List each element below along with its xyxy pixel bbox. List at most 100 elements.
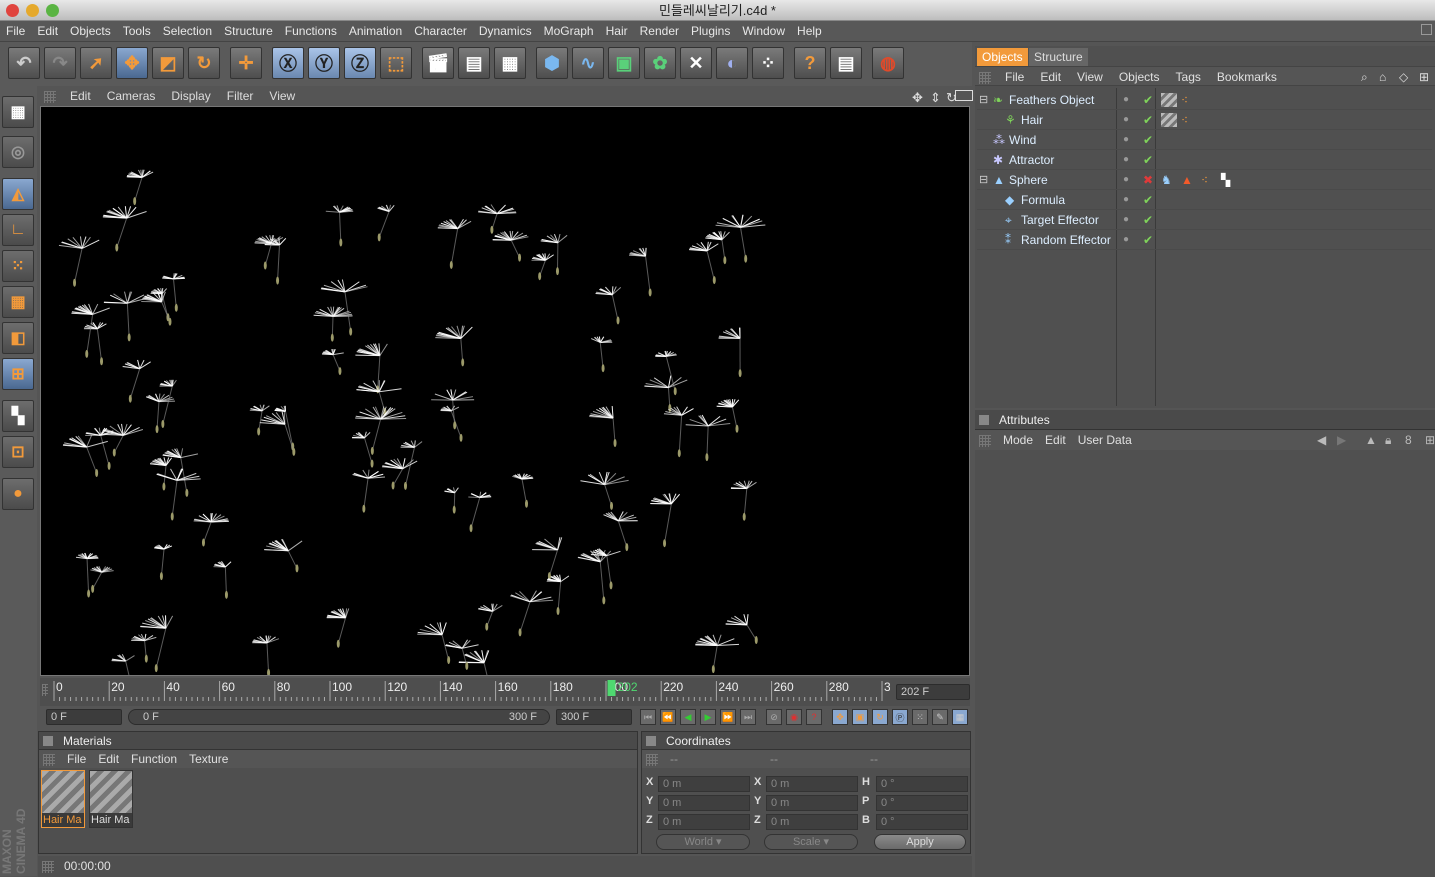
enabled-check-icon[interactable]: ✔ bbox=[1143, 110, 1153, 130]
particle-icon[interactable]: ⁘ bbox=[752, 47, 784, 79]
object-row[interactable]: ⁂ Wind ● ✔ bbox=[977, 130, 1432, 150]
expand-icon[interactable]: ⊟ bbox=[979, 170, 988, 190]
menu-tools[interactable]: Tools bbox=[117, 21, 157, 42]
object-row[interactable]: ⌖ Target Effector ● ✔ bbox=[977, 210, 1432, 230]
forward-icon[interactable]: ▶ bbox=[1331, 430, 1352, 450]
live-selection-icon[interactable]: ✛ bbox=[230, 47, 262, 79]
spline-icon[interactable]: ∿ bbox=[572, 47, 604, 79]
menu-help[interactable]: Help bbox=[791, 21, 828, 42]
visibility-dot-icon[interactable]: ● bbox=[1123, 150, 1129, 170]
hair-tag-icon[interactable]: ⁖ bbox=[1181, 110, 1188, 130]
apply-button[interactable]: Apply bbox=[874, 834, 966, 850]
menu-plugins[interactable]: Plugins bbox=[685, 21, 736, 42]
objects-menu-edit[interactable]: Edit bbox=[1032, 70, 1069, 84]
menu-edit[interactable]: Edit bbox=[31, 21, 64, 42]
deformer-icon[interactable]: ✕ bbox=[680, 47, 712, 79]
enabled-check-icon[interactable]: ✔ bbox=[1143, 190, 1153, 210]
attributes-menu-mode[interactable]: Mode bbox=[997, 430, 1039, 450]
tab-structure[interactable]: Structure bbox=[1029, 48, 1088, 66]
zoom-icon[interactable] bbox=[46, 4, 59, 17]
position-field[interactable]: 0 m bbox=[658, 795, 750, 811]
expand-icon[interactable]: ⊟ bbox=[979, 90, 988, 110]
object-row[interactable]: ⊟ ▲ Sphere ● ✖ ♞ ▲ ⁖ ▚ bbox=[977, 170, 1432, 190]
frame-range-slider[interactable]: 0 F 300 F bbox=[128, 709, 550, 725]
help-pointer-icon[interactable]: ? bbox=[794, 47, 826, 79]
link-icon[interactable]: 8 bbox=[1399, 430, 1418, 450]
sculpt-icon[interactable]: ● bbox=[2, 478, 34, 510]
rotation-field[interactable]: 0 ° bbox=[876, 776, 968, 792]
help-menu-icon[interactable]: ▤ bbox=[830, 47, 862, 79]
uv-polygons-icon[interactable]: ⊡ bbox=[2, 436, 34, 468]
hair-tag-icon[interactable]: ⁖ bbox=[1181, 90, 1188, 110]
axis-mode-icon[interactable]: ∟ bbox=[2, 214, 34, 246]
menu-render[interactable]: Render bbox=[634, 21, 685, 42]
current-frame-field[interactable]: 202 F bbox=[896, 684, 970, 700]
home-icon[interactable]: ⌂ bbox=[1379, 67, 1386, 87]
start-frame-field[interactable]: 0 F bbox=[46, 709, 122, 725]
menu-functions[interactable]: Functions bbox=[279, 21, 343, 42]
menu-file[interactable]: File bbox=[0, 21, 31, 42]
materials-menu-edit[interactable]: Edit bbox=[92, 750, 125, 768]
timeline-ruler[interactable]: 0 20 40 60 80 100 120 140 160 180 200 220 240 260 280 3… bbox=[50, 678, 890, 706]
z-axis-icon[interactable]: Ⓩ bbox=[344, 47, 376, 79]
hair-tag-icon[interactable]: ⁖ bbox=[1201, 170, 1208, 190]
world-dropdown[interactable]: World ▾ bbox=[656, 834, 750, 850]
new-window-icon[interactable]: ⊞ bbox=[1419, 67, 1429, 87]
new-window-icon[interactable]: ⊞ bbox=[1419, 430, 1435, 450]
visibility-dot-icon[interactable]: ● bbox=[1123, 170, 1129, 190]
object-row[interactable]: ⚘ Hair ● ✔ ⁖ bbox=[977, 110, 1432, 130]
menu-dynamics[interactable]: Dynamics bbox=[473, 21, 538, 42]
panel-toggle-icon[interactable] bbox=[646, 736, 656, 746]
model-mode-icon[interactable]: ◎ bbox=[2, 136, 34, 168]
key-parameter-icon[interactable]: Ⓟ bbox=[892, 709, 908, 725]
keyframe-selection-icon[interactable]: ? bbox=[806, 709, 822, 725]
enabled-check-icon[interactable]: ✔ bbox=[1143, 130, 1153, 150]
key-position-icon[interactable]: ✥ bbox=[832, 709, 848, 725]
visibility-dot-icon[interactable]: ● bbox=[1123, 230, 1129, 250]
objects-menu-bookmarks[interactable]: Bookmarks bbox=[1209, 70, 1285, 84]
mograph-tag-icon[interactable]: ♞ bbox=[1161, 170, 1172, 190]
rotate-icon[interactable]: ↻ bbox=[188, 47, 220, 79]
interpolation-icon[interactable]: ✎ bbox=[932, 709, 948, 725]
material-swatch[interactable]: Hair Ma bbox=[89, 770, 133, 828]
autokey-icon[interactable]: ◉ bbox=[786, 709, 802, 725]
size-field[interactable]: 0 m bbox=[766, 814, 858, 830]
close-icon[interactable] bbox=[6, 4, 19, 17]
layout-icon[interactable]: ▦ bbox=[2, 96, 34, 128]
position-field[interactable]: 0 m bbox=[658, 776, 750, 792]
position-field[interactable]: 0 m bbox=[658, 814, 750, 830]
play-forward-icon[interactable]: ▶ bbox=[700, 709, 716, 725]
key-scale-icon[interactable]: ▣ bbox=[852, 709, 868, 725]
viewport-menu-view[interactable]: View bbox=[261, 86, 303, 106]
go-end-icon[interactable]: ⏭ bbox=[740, 709, 756, 725]
attributes-menu-edit[interactable]: Edit bbox=[1039, 430, 1072, 450]
y-axis-icon[interactable]: Ⓨ bbox=[308, 47, 340, 79]
enabled-check-icon[interactable]: ✔ bbox=[1143, 150, 1153, 170]
viewport-menu-edit[interactable]: Edit bbox=[62, 86, 99, 106]
record-keys-icon[interactable]: ⊘ bbox=[766, 709, 782, 725]
menu-objects[interactable]: Objects bbox=[64, 21, 117, 42]
panel-toggle-icon[interactable] bbox=[979, 415, 989, 425]
object-row[interactable]: ✱ Attractor ● ✔ bbox=[977, 150, 1432, 170]
enabled-check-icon[interactable]: ✔ bbox=[1143, 230, 1153, 250]
panel-toggle-icon[interactable] bbox=[43, 736, 53, 746]
rotation-field[interactable]: 0 ° bbox=[876, 814, 968, 830]
size-field[interactable]: 0 m bbox=[766, 795, 858, 811]
materials-menu-texture[interactable]: Texture bbox=[183, 750, 234, 768]
render-view-icon[interactable]: 🎬︎ bbox=[422, 47, 454, 79]
prev-key-icon[interactable]: ⏪ bbox=[660, 709, 676, 725]
enabled-check-icon[interactable]: ✖ bbox=[1143, 170, 1153, 190]
size-field[interactable]: 0 m bbox=[766, 776, 858, 792]
visibility-dot-icon[interactable]: ● bbox=[1123, 110, 1129, 130]
enabled-check-icon[interactable]: ✔ bbox=[1143, 90, 1153, 110]
render-settings-icon[interactable]: ▦ bbox=[494, 47, 526, 79]
menu-hair[interactable]: Hair bbox=[600, 21, 634, 42]
menu-structure[interactable]: Structure bbox=[218, 21, 279, 42]
materials-menu-file[interactable]: File bbox=[61, 750, 92, 768]
end-frame-field[interactable]: 300 F bbox=[556, 709, 632, 725]
points-mode-icon[interactable]: ⁙ bbox=[2, 250, 34, 282]
go-start-icon[interactable]: ⏮ bbox=[640, 709, 656, 725]
search-icon[interactable]: ⌕ bbox=[1361, 67, 1368, 87]
lock-icon[interactable]: 🔒︎ bbox=[1379, 430, 1397, 450]
viewport-menu-display[interactable]: Display bbox=[163, 86, 218, 106]
